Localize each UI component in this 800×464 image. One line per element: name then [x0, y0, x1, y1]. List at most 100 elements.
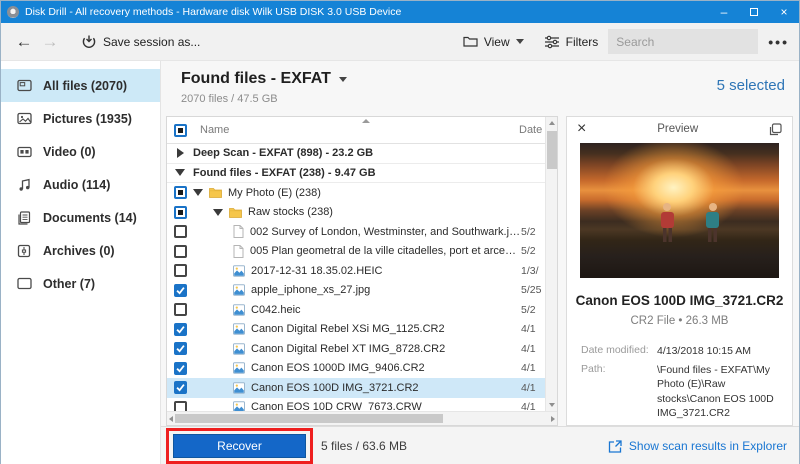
sidebar-item-documents[interactable]: Documents (14) — [1, 201, 160, 234]
vertical-scroll-thumb[interactable] — [547, 131, 557, 169]
row-checkbox[interactable] — [173, 342, 187, 356]
file-row[interactable]: 002 Survey of London, Westminster, and S… — [167, 222, 545, 242]
file-name: Deep Scan - EXFAT (898) - 23.2 GB — [193, 147, 374, 160]
sort-ascending-icon — [362, 119, 370, 123]
row-checkbox[interactable] — [173, 303, 187, 317]
save-session-icon — [82, 35, 96, 48]
file-name: Canon EOS 100D IMG_3721.CR2 — [251, 381, 419, 394]
back-button[interactable]: ← — [11, 32, 37, 52]
expand-arrow-icon[interactable] — [213, 208, 223, 216]
sidebar-item-all-files[interactable]: All files (2070) — [1, 69, 160, 102]
column-header-date[interactable]: Date — [519, 124, 545, 136]
titlebar: Disk Drill - All recovery methods - Hard… — [1, 1, 799, 23]
save-session-button[interactable]: Save session as... — [81, 34, 200, 50]
scroll-right-icon[interactable] — [551, 416, 555, 422]
scroll-down-icon[interactable] — [549, 403, 555, 407]
sidebar-item-other[interactable]: Other (7) — [1, 267, 160, 300]
row-checkbox[interactable] — [173, 186, 187, 200]
scroll-left-icon[interactable] — [169, 416, 173, 422]
open-preview-window-icon[interactable] — [769, 122, 782, 136]
preview-close-button[interactable]: × — [577, 121, 586, 137]
file-rows: Deep Scan - EXFAT (898) - 23.2 GB Found f… — [167, 144, 557, 411]
search-input[interactable] — [608, 29, 759, 54]
recover-button[interactable]: Recover — [173, 434, 306, 458]
row-checkbox[interactable] — [173, 264, 187, 278]
file-name: Canon Digital Rebel XSi MG_1125.CR2 — [251, 323, 445, 336]
file-date: 4/1 — [521, 342, 536, 355]
file-row[interactable]: Canon EOS 100D IMG_3721.CR2 4/1 — [167, 378, 545, 398]
sidebar-item-video[interactable]: Video (0) — [1, 135, 160, 168]
file-date: 5/2 — [521, 225, 536, 238]
file-row[interactable]: C042.heic 5/2 — [167, 300, 545, 320]
minimize-button[interactable]: – — [709, 1, 739, 23]
file-name: Canon EOS 10D CRW_7673.CRW — [251, 401, 422, 411]
file-name: Canon Digital Rebel XT IMG_8728.CR2 — [251, 342, 446, 355]
all-files-icon — [16, 78, 32, 94]
other-icon — [16, 276, 32, 292]
row-checkbox[interactable] — [173, 244, 187, 258]
column-header-name[interactable]: Name — [200, 124, 229, 136]
more-menu-button[interactable]: ••• — [768, 34, 789, 50]
sidebar-item-pictures[interactable]: Pictures (1935) — [1, 102, 160, 135]
file-row[interactable]: Canon Digital Rebel XT IMG_8728.CR2 4/1 — [167, 339, 545, 359]
scan-session-dropdown[interactable]: Found files - EXFAT — [181, 70, 799, 88]
file-row[interactable]: 2017-12-31 18.35.02.HEIC 1/3/ — [167, 261, 545, 281]
file-name: My Photo (E) (238) — [228, 186, 321, 199]
footer-bar: Recover 5 files / 63.6 MB Show scan resu… — [161, 426, 799, 464]
show-in-explorer-link[interactable]: Show scan results in Explorer — [608, 439, 787, 453]
horizontal-scrollbar[interactable] — [167, 411, 557, 425]
chevron-down-icon — [338, 76, 347, 82]
close-button[interactable]: × — [769, 1, 799, 23]
file-name: Raw stocks (238) — [248, 206, 333, 219]
file-row[interactable]: apple_iphone_xs_27.jpg 5/25 — [167, 281, 545, 301]
file-row[interactable]: Raw stocks (238) — [167, 203, 545, 223]
selection-summary: 5 files / 63.6 MB — [321, 439, 408, 453]
row-checkbox[interactable] — [173, 283, 187, 297]
file-date: 4/1 — [521, 401, 536, 411]
sidebar-item-label: All files (2070) — [43, 78, 128, 93]
row-checkbox[interactable] — [173, 322, 187, 336]
file-name: 2017-12-31 18.35.02.HEIC — [251, 264, 383, 277]
sidebar-item-audio[interactable]: Audio (114) — [1, 168, 160, 201]
file-row[interactable]: Canon Digital Rebel XSi MG_1125.CR2 4/1 — [167, 320, 545, 340]
file-date: 5/2 — [521, 245, 536, 258]
vertical-scrollbar[interactable] — [545, 117, 557, 411]
view-dropdown[interactable]: View — [463, 35, 524, 49]
folder-icon — [229, 207, 242, 218]
filters-button[interactable]: Filters — [544, 35, 598, 49]
expand-arrow-icon[interactable] — [176, 148, 184, 159]
sidebar-item-label: Video (0) — [43, 144, 96, 159]
row-checkbox[interactable] — [173, 381, 187, 395]
filters-icon — [544, 35, 559, 48]
preview-pane: × Preview Canon EOS 100D IMG_3721.CR2 CR — [566, 116, 793, 426]
row-checkbox[interactable] — [173, 361, 187, 375]
row-checkbox[interactable] — [173, 400, 187, 411]
file-row[interactable]: Canon EOS 1000D IMG_9406.CR2 4/1 — [167, 359, 545, 379]
select-all-checkbox[interactable] — [173, 123, 187, 137]
expand-arrow-icon[interactable] — [193, 189, 203, 197]
horizontal-scroll-thumb[interactable] — [175, 414, 443, 423]
sidebar-item-label: Documents (14) — [43, 210, 137, 225]
image-icon — [233, 284, 245, 296]
scroll-up-icon[interactable] — [549, 121, 555, 125]
file-row[interactable]: My Photo (E) (238) — [167, 183, 545, 203]
forward-button: → — [41, 31, 59, 51]
file-date: 5/25 — [521, 284, 542, 297]
preview-image — [580, 143, 779, 279]
doc-icon — [233, 244, 244, 258]
file-row[interactable]: Found files - EXFAT (238) - 9.47 GB — [167, 164, 545, 183]
sidebar-item-archives[interactable]: Archives (0) — [1, 234, 160, 267]
row-checkbox[interactable] — [173, 205, 187, 219]
row-checkbox[interactable] — [173, 225, 187, 239]
app-icon — [7, 6, 19, 18]
maximize-button[interactable] — [739, 1, 769, 23]
sidebar-item-label: Audio (114) — [43, 177, 111, 192]
sidebar-item-label: Other (7) — [43, 276, 96, 291]
file-row[interactable]: Canon EOS 10D CRW_7673.CRW 4/1 — [167, 398, 545, 411]
file-row[interactable]: Deep Scan - EXFAT (898) - 23.2 GB — [167, 144, 545, 164]
archives-icon — [16, 243, 32, 259]
selected-count: 5 selected — [716, 77, 785, 94]
preview-title: Preview — [657, 123, 699, 136]
file-row[interactable]: 005 Plan geometral de la ville citadelle… — [167, 242, 545, 262]
expand-arrow-icon[interactable] — [175, 169, 185, 177]
